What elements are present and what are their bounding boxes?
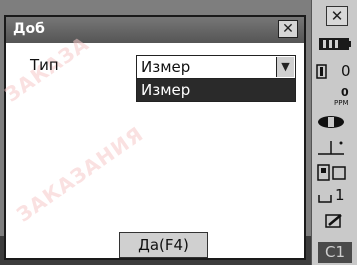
laser-level-value: 1 xyxy=(335,186,345,204)
type-select[interactable]: Измер ▼ xyxy=(136,55,296,79)
dialog-title: Доб xyxy=(13,21,45,37)
type-select-value: Измер xyxy=(141,58,191,76)
level-icon xyxy=(318,195,332,203)
main-close-button[interactable]: ✕ xyxy=(326,6,348,26)
battery-icon xyxy=(319,38,351,50)
prism-offset-value: 0 xyxy=(341,62,351,80)
mode-indicator: C1 xyxy=(318,242,352,263)
prism-icon xyxy=(316,64,327,79)
add-dialog: Доб ✕ ЗАКАЗА ЗАКАЗАНИЯ Тип Измер ▼ Измер… xyxy=(0,15,306,260)
dialog-titlebar: Доб ✕ xyxy=(6,17,304,43)
dialog-close-button[interactable]: ✕ xyxy=(278,20,298,38)
plummet-icon xyxy=(318,141,344,155)
dropdown-option-selected[interactable]: Измер xyxy=(137,79,295,101)
ok-button[interactable]: Да(F4) xyxy=(119,232,208,258)
laser-pointer-icon xyxy=(318,116,344,128)
type-label: Тип xyxy=(30,56,59,74)
close-icon: ✕ xyxy=(282,21,294,37)
dropdown-arrow-icon[interactable]: ▼ xyxy=(276,57,294,77)
ppm-value: 0 xyxy=(341,86,349,99)
ppm-unit: PPM xyxy=(334,99,349,107)
edit-icon xyxy=(325,214,342,228)
type-dropdown-list: Измер xyxy=(136,78,296,102)
target-icon xyxy=(317,164,346,181)
